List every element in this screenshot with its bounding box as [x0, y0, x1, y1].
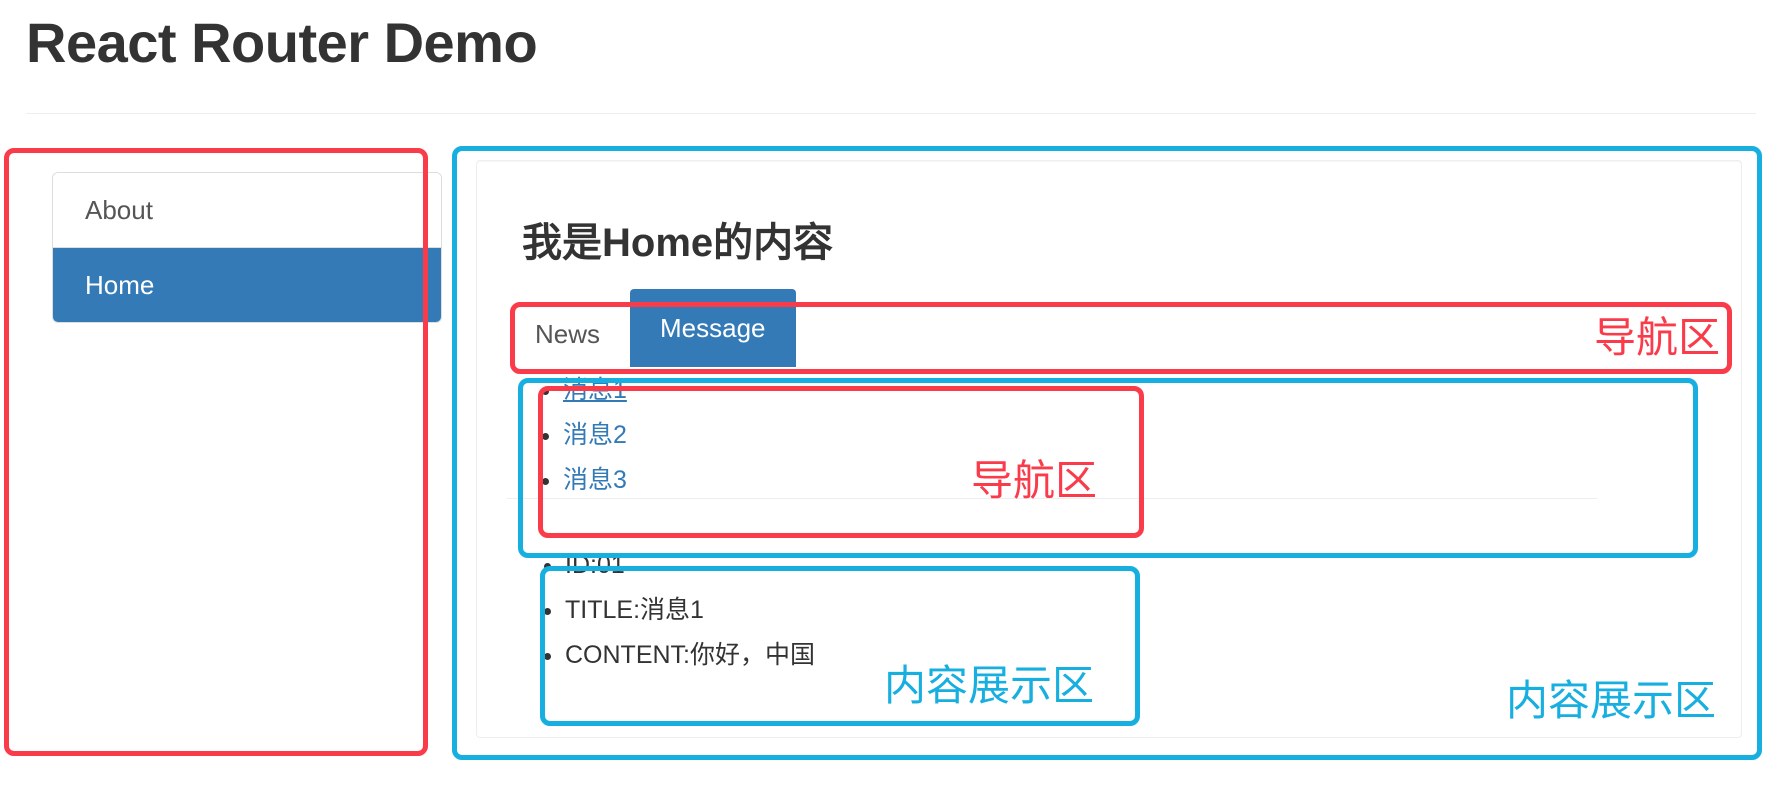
- sidebar-item-about[interactable]: About: [53, 173, 441, 248]
- sidebar-item-home[interactable]: Home: [53, 248, 441, 322]
- detail-item-title: TITLE:消息1: [565, 592, 1565, 628]
- list-item: 消息1: [563, 373, 1663, 408]
- tab-bar: News Message: [505, 289, 796, 367]
- tab-message[interactable]: Message: [630, 289, 796, 367]
- message-link-1[interactable]: 消息1: [563, 376, 627, 404]
- detail-divider: [507, 498, 1597, 499]
- content-panel: 我是Home的内容 News Message 消息1 消息2 消息3 ID:01…: [476, 160, 1742, 738]
- detail-item-id: ID:01: [565, 547, 1565, 583]
- content-column: 我是Home的内容 News Message 消息1 消息2 消息3 ID:01…: [462, 152, 1756, 752]
- title-divider: [26, 113, 1756, 114]
- list-item: 消息3: [563, 463, 1663, 498]
- sidebar-list-group: About Home: [52, 172, 442, 323]
- sidebar-column: About Home: [26, 152, 442, 752]
- tab-news[interactable]: News: [505, 301, 630, 367]
- detail-item-content: CONTENT:你好，中国: [565, 637, 1565, 673]
- page-title: React Router Demo: [26, 11, 538, 74]
- content-heading: 我是Home的内容: [522, 221, 834, 265]
- message-detail-list: ID:01 TITLE:消息1 CONTENT:你好，中国: [507, 529, 1565, 700]
- message-link-3[interactable]: 消息3: [563, 466, 627, 494]
- message-link-2[interactable]: 消息2: [563, 421, 627, 449]
- list-item: 消息2: [563, 418, 1663, 453]
- message-link-list: 消息1 消息2 消息3: [505, 361, 1663, 520]
